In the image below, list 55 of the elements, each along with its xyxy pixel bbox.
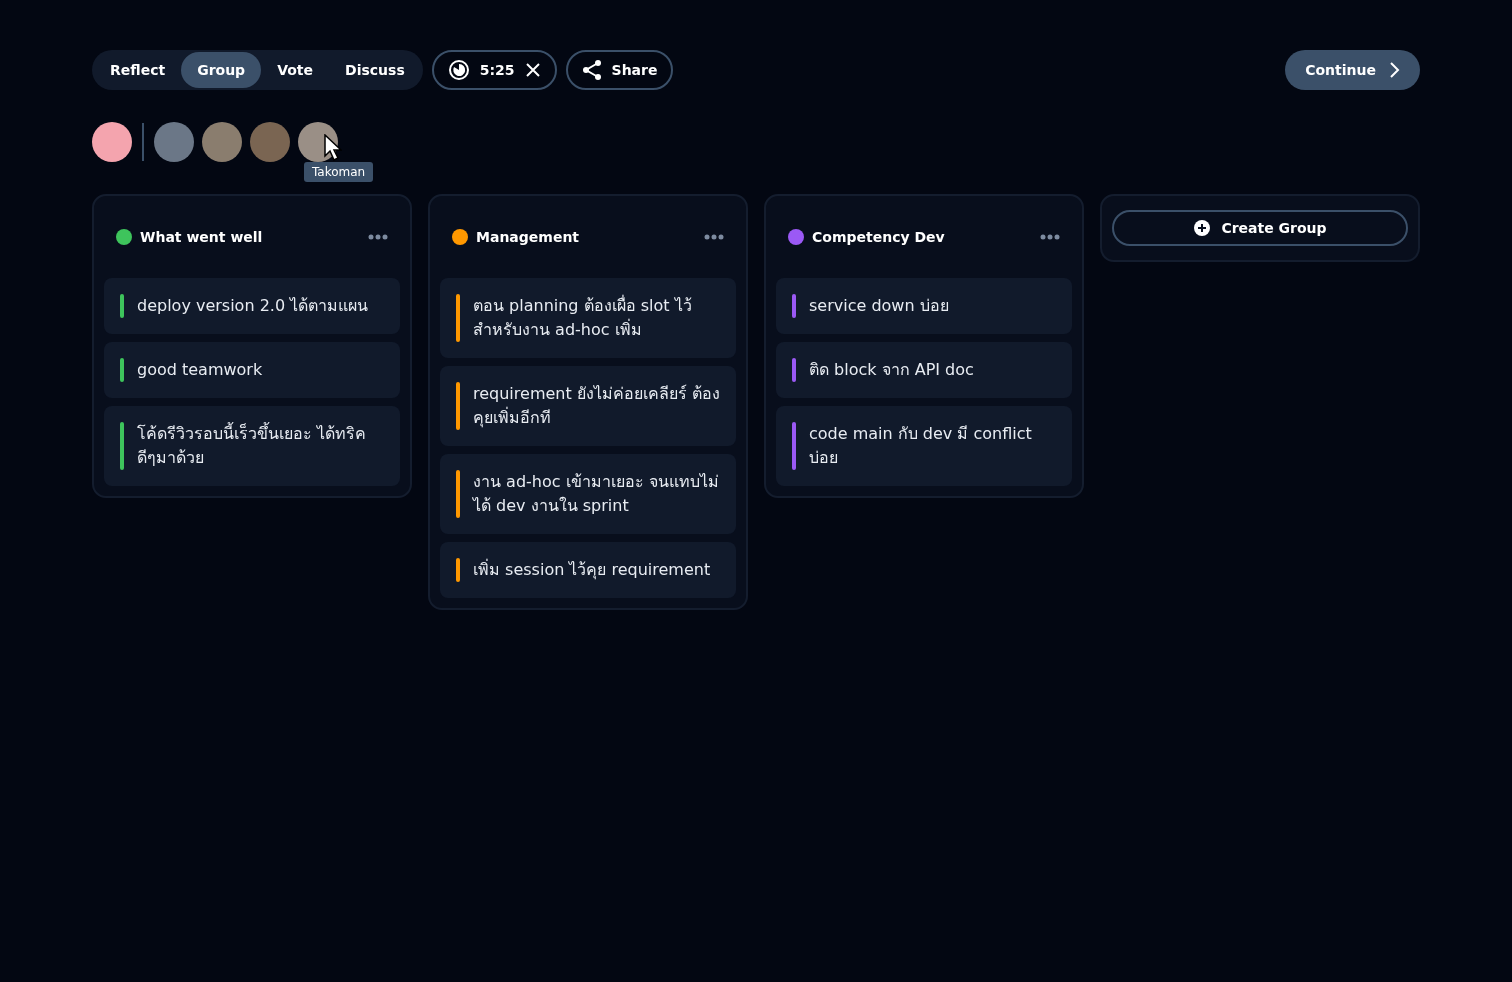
accent-bar [792, 422, 796, 470]
accent-bar [120, 294, 124, 318]
note-text: good teamwork [137, 359, 263, 381]
accent-bar [792, 294, 796, 318]
note-card[interactable]: code main กับ dev มี conflict บ่อย [776, 406, 1072, 486]
note-card[interactable]: requirement ยังไม่ค่อยเคลียร์ ต้องคุยเพิ่มอีกที [440, 366, 736, 446]
note-text: ตอน planning ต้องเผื่อ slot ไว้สำหรับงาน ad-hoc เพิ่ม [473, 294, 693, 341]
note-text: เพิ่ม session ไว้คุย requirement [473, 558, 711, 582]
note-text: งาน ad-hoc เข้ามาเยอะ จนแทบไม่ได้ dev งานใน sprint [473, 471, 720, 517]
more-icon[interactable] [368, 234, 388, 240]
note-card[interactable]: service down บ่อย [776, 278, 1072, 334]
accent-bar [456, 558, 460, 582]
note-card[interactable]: deploy version 2.0 ได้ตามแผน [104, 278, 400, 334]
note-text: service down บ่อย [809, 295, 949, 317]
phase-tab[interactable]: Vote [261, 52, 330, 88]
accent-bar [456, 294, 460, 342]
group-title: Management [476, 229, 581, 245]
accent-bar [456, 470, 460, 518]
note-card[interactable]: โค้ดรีวิวรอบนี้เร็วขึ้นเยอะ ได้ทริคดีๆมาด้วย [104, 406, 400, 486]
note-text: โค้ดรีวิวรอบนี้เร็วขึ้นเยอะ ได้ทริคดีๆมาด้วย [137, 422, 368, 469]
timer-icon [447, 59, 470, 81]
chevron-right-icon [1388, 61, 1400, 79]
note-card[interactable]: งาน ad-hoc เข้ามาเยอะ จนแทบไม่ได้ dev งานใน sprint [440, 454, 736, 534]
note-text: requirement ยังไม่ค่อยเคลียร์ ต้องคุยเพิ่มอีกที [473, 383, 720, 430]
more-icon[interactable] [704, 234, 724, 240]
more-icon[interactable] [1040, 234, 1060, 240]
note-text: code main กับ dev มี conflict บ่อย [809, 423, 1033, 469]
note-card[interactable]: เพิ่ม session ไว้คุย requirement [440, 542, 736, 598]
note-card[interactable]: good teamwork [104, 342, 400, 398]
cursor-icon [324, 134, 342, 161]
accent-bar [120, 422, 124, 470]
avatar-photo[interactable] [154, 122, 194, 162]
phase-tab[interactable]: Discuss [329, 52, 421, 88]
share-icon [581, 59, 602, 81]
tooltip: Takoman [304, 162, 374, 182]
group-title: What went well [140, 229, 264, 245]
note-card[interactable]: ติด block จาก API doc [776, 342, 1072, 398]
note-card[interactable]: ตอน planning ต้องเผื่อ slot ไว้สำหรับงาน ad-hoc เพิ่ม [440, 278, 736, 358]
timer-value: 5:25 [479, 62, 515, 78]
phase-tab[interactable]: Group [181, 52, 262, 88]
continue-button[interactable]: Continue [1285, 50, 1420, 90]
accent-bar [120, 358, 124, 382]
close-icon [524, 62, 541, 78]
create-group-button[interactable]: Create Group [1112, 210, 1408, 246]
share-button[interactable]: Share [565, 50, 674, 90]
accent-bar [456, 382, 460, 430]
close-button[interactable] [524, 62, 541, 78]
note-text: ติด block จาก API doc [809, 359, 974, 381]
avatar-photo[interactable] [92, 122, 132, 162]
phase-tab[interactable]: Reflect [94, 52, 182, 88]
plus-icon [1193, 219, 1212, 237]
group-title: Competency Dev [812, 229, 946, 245]
accent-bar [792, 358, 796, 382]
avatar-photo[interactable] [202, 122, 242, 162]
note-text: deploy version 2.0 ได้ตามแผน [137, 295, 369, 317]
